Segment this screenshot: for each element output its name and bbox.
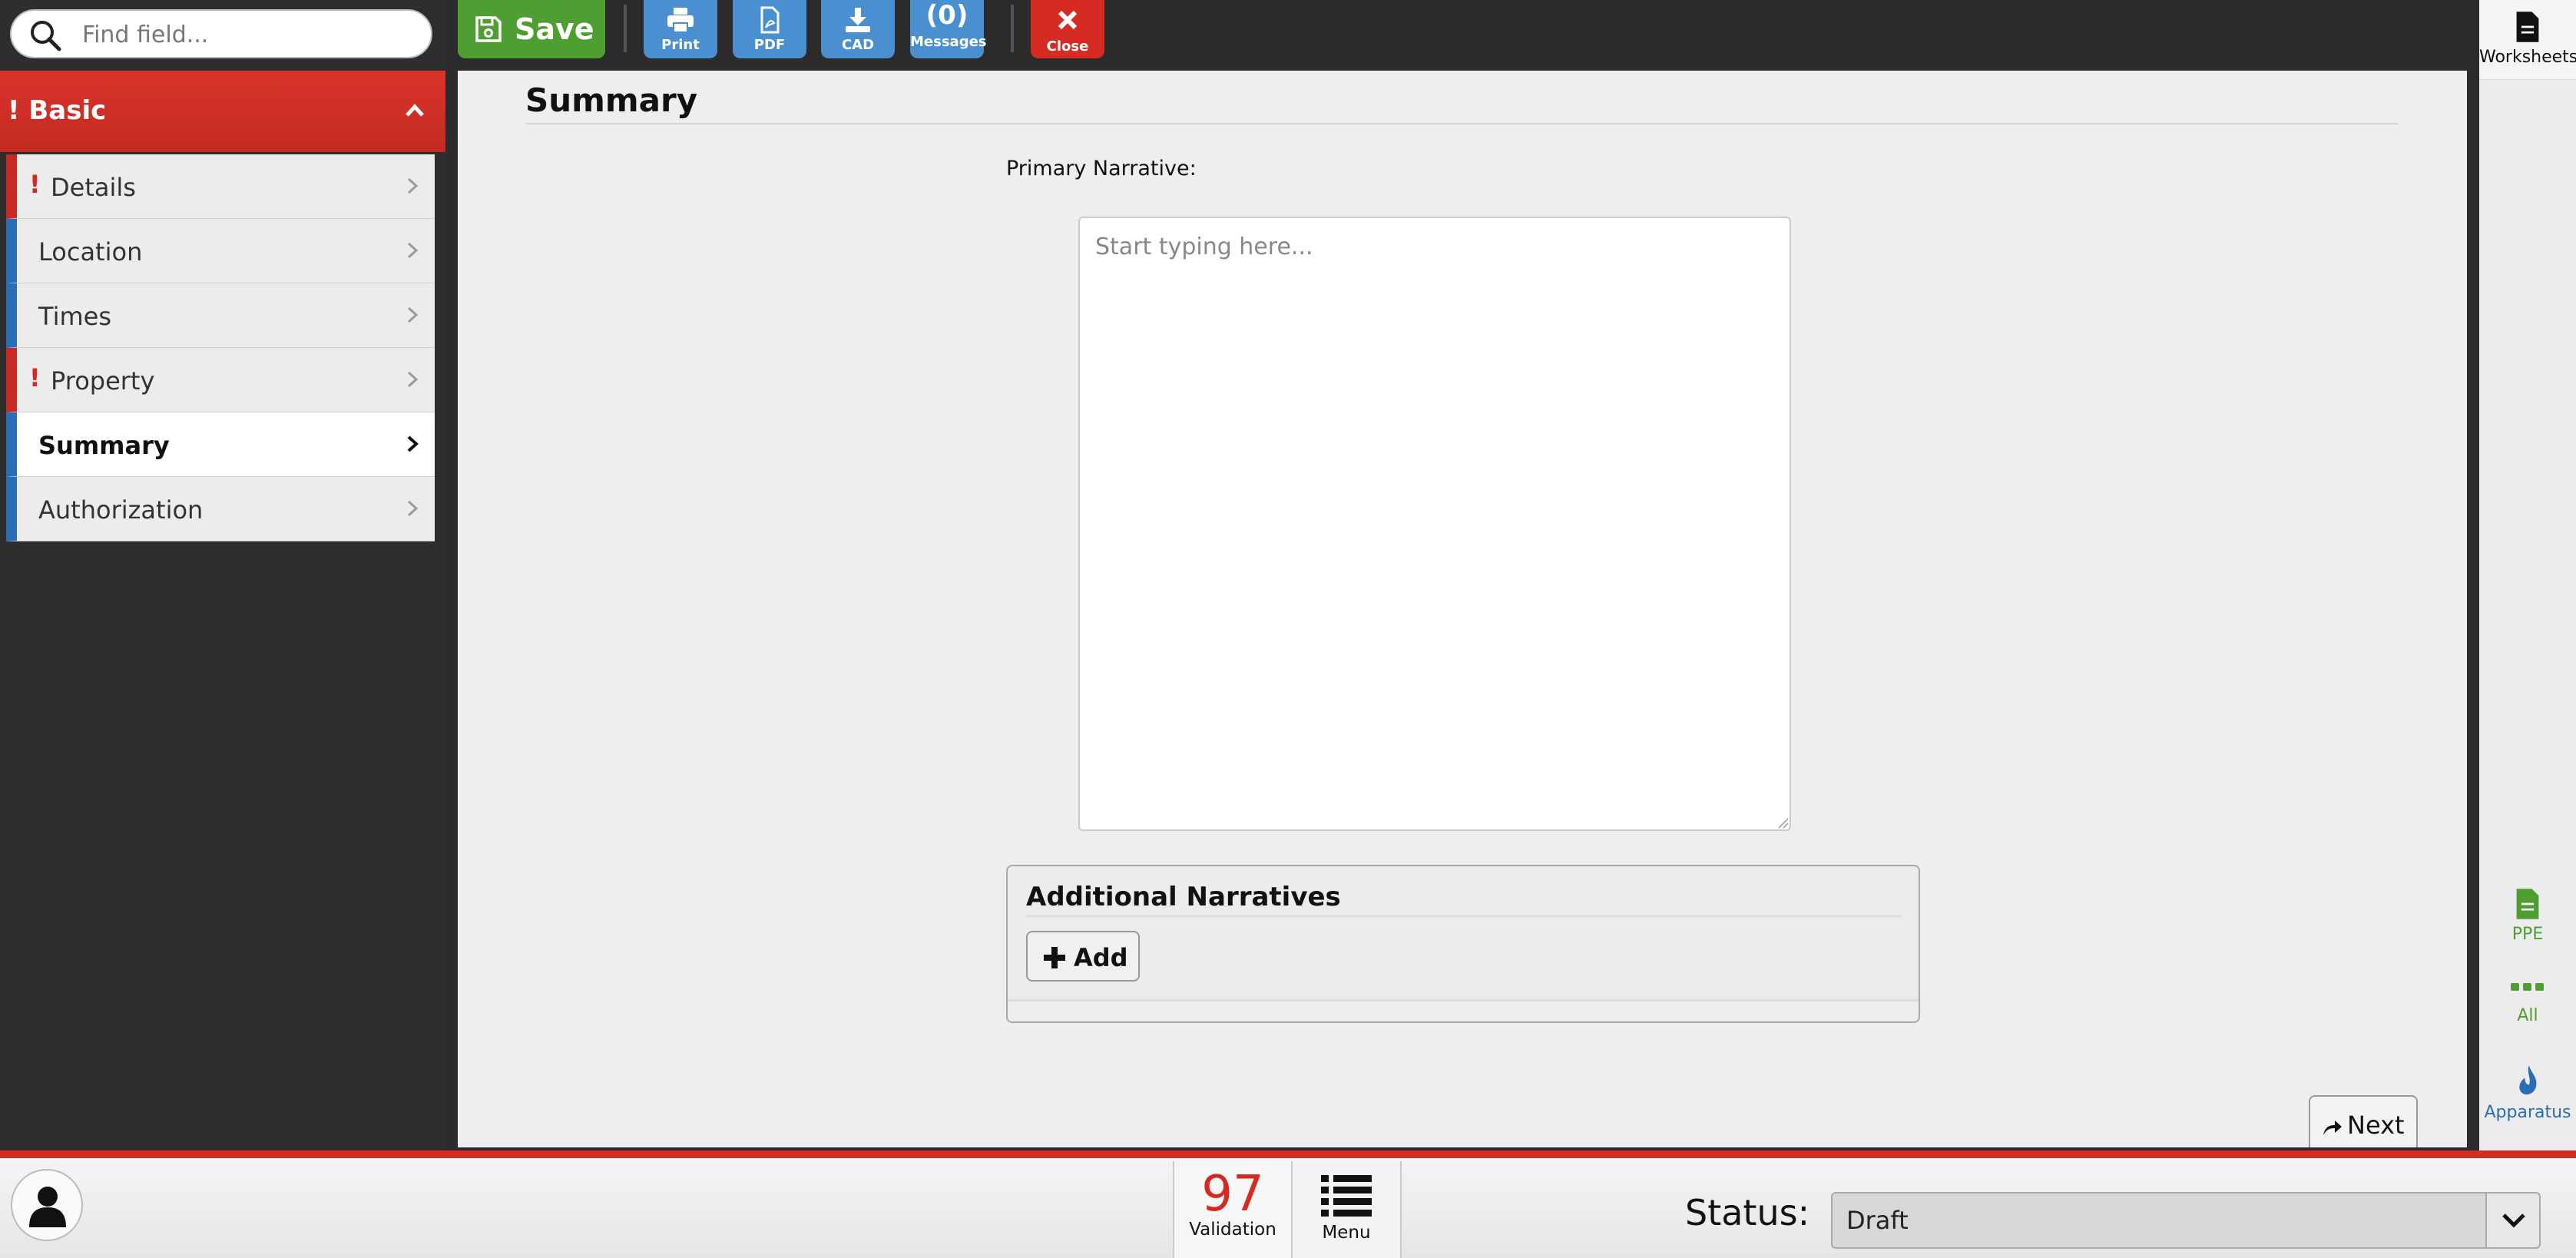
worksheets-label: Worksheets (2479, 48, 2576, 67)
menu-label: Menu (1322, 1223, 1371, 1243)
chevron-up-icon (406, 104, 424, 117)
save-label: Save (515, 12, 594, 46)
bottom-bar: 97 Validation Menu Status: Draft (0, 1158, 2576, 1258)
nav-item-details[interactable]: ! Details (6, 154, 435, 219)
validation-count: 97 (1201, 1166, 1264, 1223)
search-field[interactable] (10, 9, 432, 58)
validation-button[interactable]: 97 Validation (1173, 1161, 1293, 1258)
nav-item-property[interactable]: ! Property (6, 348, 435, 412)
chevron-down-icon (2502, 1213, 2525, 1228)
menu-button[interactable]: Menu (1293, 1161, 1402, 1258)
nav-item-label: Authorization (38, 495, 204, 525)
messages-label: Messages (910, 34, 987, 50)
flame-icon (2519, 1065, 2537, 1095)
chevron-right-icon (407, 306, 419, 323)
title-divider (525, 123, 2398, 124)
right-rail: Worksheets PPE All Apparatus (2479, 0, 2576, 1150)
all-button[interactable]: All (2479, 982, 2576, 1025)
additional-narratives-body: Additional Narratives Add (1008, 866, 1919, 1001)
cad-label: CAD (841, 37, 875, 53)
worksheets-button[interactable]: Worksheets (2479, 0, 2576, 80)
toolbar: Save Print PDF CAD (0) Messages Close (445, 0, 2481, 71)
arrow-right-icon (2323, 1121, 2342, 1135)
download-icon (846, 8, 870, 32)
search-icon (31, 21, 61, 51)
print-button[interactable]: Print (644, 0, 717, 58)
pdf-label: PDF (753, 37, 786, 53)
nav-item-label: Times (38, 302, 111, 331)
floppy-disk-icon (475, 16, 502, 42)
bottom-accent-line (0, 1150, 2576, 1158)
chevron-right-icon (407, 371, 419, 388)
search-input[interactable] (82, 17, 420, 52)
section-title: ! Basic (8, 95, 107, 126)
nav-item-label: Location (38, 237, 143, 266)
toolbar-divider (624, 5, 627, 52)
section-nav: ! Details Location Times ! Property Summ… (6, 154, 435, 541)
cad-button[interactable]: CAD (821, 0, 895, 58)
chevron-right-icon (407, 500, 419, 517)
status-value: Draft (1846, 1206, 1909, 1235)
status-label: Status: (1685, 1192, 1810, 1233)
next-button[interactable]: Next (2309, 1095, 2418, 1147)
section-header-basic[interactable]: ! Basic (0, 71, 445, 152)
plus-icon (1044, 947, 1065, 968)
add-label: Add (1074, 943, 1128, 972)
ppe-label: PPE (2511, 925, 2544, 944)
messages-button[interactable]: (0) Messages (910, 0, 987, 58)
additional-narratives-title: Additional Narratives (1026, 882, 1341, 912)
toolbar-divider (1011, 5, 1014, 52)
document-icon (2516, 12, 2539, 42)
close-label: Close (1046, 38, 1089, 55)
messages-count: (0) (925, 0, 968, 31)
user-icon (29, 1187, 66, 1227)
warning-icon: ! (29, 170, 41, 199)
all-label: All (2517, 1006, 2538, 1025)
user-avatar-button[interactable] (11, 1169, 83, 1241)
save-button[interactable]: Save (458, 0, 605, 58)
resize-handle-icon[interactable] (1776, 816, 1789, 829)
additional-narratives-panel: Additional Narratives Add (1006, 865, 1920, 1023)
nav-item-summary[interactable]: Summary (6, 412, 435, 477)
panel-divider (1026, 915, 1902, 917)
nav-item-times[interactable]: Times (6, 283, 435, 348)
apparatus-button[interactable]: Apparatus (2479, 1063, 2576, 1122)
chevron-right-icon (407, 177, 419, 194)
primary-narrative-label: Primary Narrative: (1006, 157, 1197, 180)
sidebar: ! Basic ! Details Location Times ! Prope… (0, 0, 445, 1150)
pdf-button[interactable]: PDF (733, 0, 806, 58)
close-button[interactable]: Close (1031, 0, 1104, 58)
nav-item-label: Summary (38, 431, 170, 460)
more-dots-icon (2511, 983, 2544, 991)
close-icon (1058, 10, 1078, 30)
page-title: Summary (525, 81, 698, 119)
warning-icon: ! (29, 363, 41, 392)
status-dropdown-toggle[interactable] (2485, 1193, 2539, 1247)
printer-icon (667, 8, 694, 33)
chevron-right-icon (407, 242, 419, 259)
nav-item-label: Property (51, 366, 155, 396)
nav-item-label: Details (51, 173, 136, 202)
next-label: Next (2347, 1111, 2405, 1140)
pdf-file-icon (760, 6, 780, 34)
nav-item-authorization[interactable]: Authorization (6, 477, 435, 541)
add-narrative-button[interactable]: Add (1026, 931, 1140, 982)
document-icon (2516, 889, 2539, 919)
chevron-right-icon (407, 435, 419, 452)
print-label: Print (661, 37, 700, 53)
list-menu-icon (1321, 1175, 1372, 1217)
status-select[interactable]: Draft (1831, 1192, 2541, 1249)
main-panel: Summary Primary Narrative: Additional Na… (458, 71, 2467, 1147)
ppe-button[interactable]: PPE (2479, 886, 2576, 944)
primary-narrative-textarea[interactable] (1078, 217, 1791, 831)
apparatus-label: Apparatus (2484, 1103, 2571, 1122)
validation-label: Validation (1189, 1220, 1276, 1240)
nav-item-location[interactable]: Location (6, 219, 435, 283)
